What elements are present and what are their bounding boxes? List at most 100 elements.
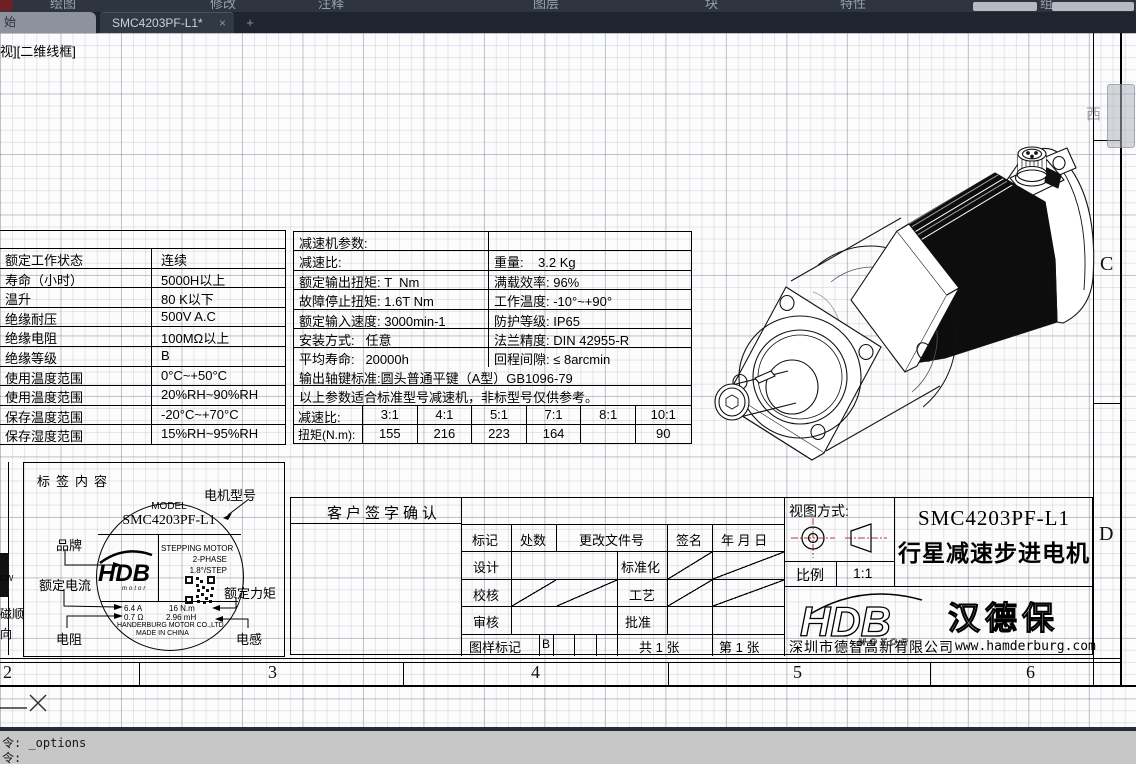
reducer-right-cell: 满载效率: 96% [494,274,580,290]
row-check: 校核 [473,588,500,603]
tab-start-label: 始 [4,15,17,29]
ribbon-panel-label[interactable]: 绘图 [50,0,76,12]
torque-row: 扭矩(N.m): 155 216 223 164 90 [294,424,691,444]
svg-text:汉德保: 汉德保 [948,600,1059,636]
tab-document-label: SMC4203PF-L1* [112,16,203,30]
ribbon-button[interactable] [973,2,1037,11]
spec-value: 100MΩ以上 [161,331,230,347]
fragment-text: 向 [0,627,13,641]
hdr-docno: 更改文件号 [579,533,645,548]
tab-start[interactable]: 始 [0,12,96,33]
company-name: 深圳市德智高新有限公司 [789,639,954,655]
table-row: 额定输出扭矩: T Nm 满载效率: 96% [294,270,691,291]
spec-label: 绝缘电阻 [0,327,152,346]
torque-value: 216 [418,424,473,444]
shaft-key-note: 输出轴键标准:圆头普通平键（A型）GB1096-79 [299,370,573,386]
title-model: SMC4203PF-L1 [917,506,1071,530]
table-row: 保存湿度范围 15%RH~95%RH [0,425,285,444]
customer-sign-label: 客户签字确认 [327,505,442,522]
reducer-right-cell: 法兰精度: DIN 42955-R [494,332,630,348]
ratio-value: 8:1 [581,405,636,424]
spec-value: 20%RH~90%RH [161,387,259,403]
close-icon[interactable]: × [219,13,226,33]
viewcube-west-label[interactable]: 西 [1086,103,1101,124]
table-row: 减速比: 重量: 3.2 Kg [294,251,691,271]
spec-value: 80 K以下 [161,292,214,308]
sheet-number: 第 1 张 [719,640,760,655]
spec-label: 使用温度范围 [0,386,152,405]
reducer-left-cell: 平均寿命: 20000h [294,348,489,367]
hdr-count: 处数 [520,533,547,548]
spec-label: 温升 [0,288,152,307]
table-row: 额定输入速度: 3000min-1 防护等级: IP65 [294,309,691,329]
projection-symbol [791,518,887,558]
reducer-left-cell: 额定输出扭矩: T Nm [294,270,489,290]
reducer-title: 减速机参数: [294,232,489,251]
row-approve: 批准 [625,615,652,630]
spec-label: 保存湿度范围 [0,425,152,444]
spec-label: 绝缘等级 [0,346,152,366]
sheet-total: 共 1 张 [639,640,680,655]
reducer-table: 减速机参数: 减速比: 重量: 3.2 Kg 额定输出扭矩: T Nm 满载效率… [293,231,692,445]
fragment-cw: CW [0,574,14,583]
reducer-right-cell: 回程间隙: ≤ 8arcmin [494,352,611,368]
spec-table: 额定工作状态 连续 寿命（小时） 5000H以上 温升 80 K以下 绝缘耐压 … [0,230,286,445]
spec-value: 连续 [161,253,188,268]
viewport-label[interactable]: 视][二维线框] [0,41,76,60]
ribbon-panel-label[interactable]: 特性 [840,0,866,12]
fragment-text: 磁顺 [0,607,25,621]
command-input-line[interactable]: 令: [2,749,21,766]
ribbon-panel-label[interactable]: 图层 [533,0,559,12]
ratio-value: 5:1 [472,405,527,424]
table-row: 使用温度范围 20%RH~90%RH [0,386,285,406]
zone-number: 4 [531,662,540,682]
ratio-value: 4:1 [418,405,473,424]
table-row: 温升 80 K以下 [0,288,285,308]
ribbon-panel-label[interactable]: 修改 [210,0,236,12]
motor-drawing [714,146,1095,461]
zone-letter-d: D [1099,523,1114,545]
zone-number: 3 [268,662,277,682]
title-product-name: 行星减速步进电机 [898,540,1090,566]
ribbon-panel-label[interactable]: 注释 [318,0,344,12]
ratio-value: 7:1 [527,405,582,424]
torque-value: 223 [472,424,527,444]
torque-value: 155 [363,424,418,444]
command-line-panel[interactable]: 令: _options 令: [0,731,1136,766]
reducer-note: 以上参数适合标准型号减速机，非标型号仅供参考。 [299,390,599,406]
new-tab-button[interactable]: + [242,15,258,31]
table-row: 寿命（小时） 5000H以上 [0,268,285,289]
callout-leaders [63,498,250,628]
ratio-value: 10:1 [650,406,676,422]
ratio-cells: 3:1 4:1 5:1 7:1 8:1 10:1 [363,405,691,424]
brand-cn-outline: 汉德保 [948,600,1059,637]
torque-cells: 155 216 223 164 90 [363,424,691,444]
reducer-right-cell: 工作温度: -10°~+90° [494,294,613,310]
table-row: 平均寿命: 20000h 回程间隙: ≤ 8arcmin [294,348,691,368]
navigation-bar[interactable] [1107,84,1135,148]
table-row: 减速机参数: [294,232,691,252]
table-row: 故障停止扭矩: 1.6T Nm 工作温度: -10°~+90° [294,290,691,310]
torque-value: 90 [656,425,671,441]
ribbon-button[interactable] [1052,2,1134,11]
drawing-canvas[interactable]: 视][二维线框] 额定工作状态 连续 寿命（小时） 5000H以上 温升 80 … [0,33,1136,727]
table-row: 保存温度范围 -20°C~+70°C [0,405,285,426]
spec-value: 500V A.C [161,308,216,324]
row-standardize: 标准化 [621,560,661,575]
tab-document[interactable]: SMC4203PF-L1* × [100,12,234,33]
spec-label: 使用温度范围 [0,366,152,386]
spec-value: -20°C~+70°C [161,406,239,422]
reducer-right-cell: 防护等级: IP65 [494,313,580,329]
drawing-mark-label: 图样标记 [469,640,522,655]
reducer-left-cell: 额定输入速度: 3000min-1 [294,309,489,329]
spec-value: 15%RH~95%RH [161,426,259,442]
table-row: 额定工作状态 连续 [0,249,285,269]
spec-value: 5000H以上 [161,272,226,288]
drawing-mark-value: B [542,637,551,651]
table-row: 以上参数适合标准型号减速机，非标型号仅供参考。 [294,386,691,406]
title-block: 客户签字确认 标记 处数 更改文件号 签名 年 月 日 设计 校核 审核 标准化… [290,497,1096,656]
ribbon-panel-label[interactable]: 块 [705,0,718,12]
ribbon-panel-labels: 绘图 修改 注释 图层块特性组 [0,0,1136,12]
spec-label: 绝缘耐压 [0,307,152,327]
spec-label: 保存温度范围 [0,405,152,425]
